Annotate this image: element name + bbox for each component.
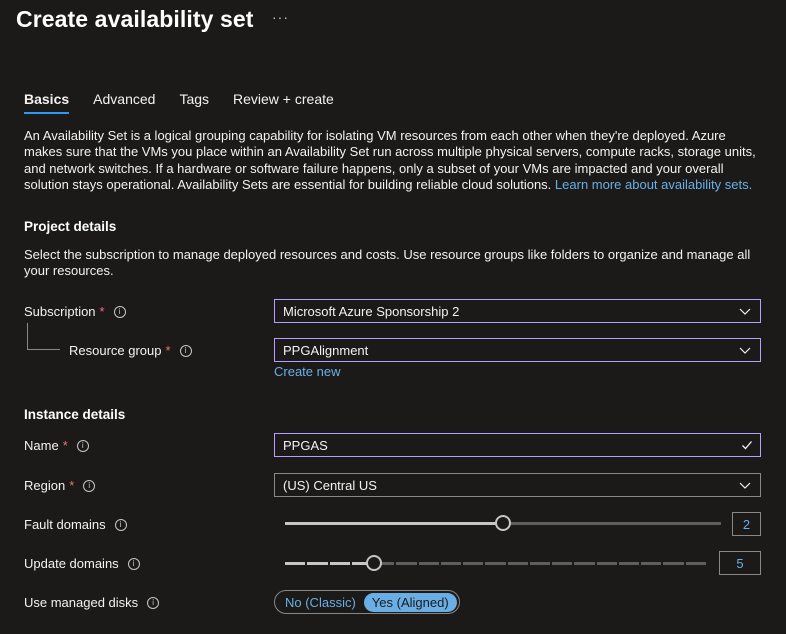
tab-review-create[interactable]: Review + create xyxy=(233,91,334,114)
subscription-dropdown[interactable]: Microsoft Azure Sponsorship 2 xyxy=(274,299,761,323)
name-label: Name * i xyxy=(24,438,89,453)
update-domains-value[interactable]: 5 xyxy=(719,551,761,575)
info-icon[interactable]: i xyxy=(76,439,89,452)
required-marker: * xyxy=(99,304,105,319)
slider-segment xyxy=(552,562,573,565)
instance-details-heading: Instance details xyxy=(24,407,126,422)
region-value: (US) Central US xyxy=(283,477,377,493)
info-icon[interactable]: i xyxy=(147,596,160,609)
info-icon[interactable]: i xyxy=(83,479,96,492)
info-icon[interactable]: i xyxy=(179,344,192,357)
region-label-text: Region xyxy=(24,478,66,493)
managed-disks-label-text: Use managed disks xyxy=(24,595,139,610)
create-new-link[interactable]: Create new xyxy=(274,364,340,379)
update-domains-label-text: Update domains xyxy=(24,556,119,571)
slider-segment xyxy=(641,562,662,565)
slider-segment xyxy=(285,562,306,565)
resource-group-value: PPGAlignment xyxy=(283,342,369,358)
resource-group-label-text: Resource group xyxy=(69,343,162,358)
slider-segment xyxy=(307,562,328,565)
required-marker: * xyxy=(165,343,171,358)
tab-advanced[interactable]: Advanced xyxy=(93,91,155,114)
update-domains-label: Update domains i xyxy=(24,556,140,571)
slider-segment xyxy=(618,562,640,565)
info-icon[interactable]: i xyxy=(113,305,126,318)
slider-segment xyxy=(329,562,350,565)
intro-description: An Availability Set is a logical groupin… xyxy=(24,128,764,194)
slider-segment xyxy=(529,562,551,565)
managed-disks-option-yes[interactable]: Yes (Aligned) xyxy=(363,592,457,612)
subscription-label-text: Subscription xyxy=(24,304,96,319)
tree-connector-horizontal xyxy=(27,349,60,350)
chevron-down-icon xyxy=(739,308,751,315)
subscription-value: Microsoft Azure Sponsorship 2 xyxy=(283,303,460,319)
project-details-description: Select the subscription to manage deploy… xyxy=(24,247,751,279)
region-label: Region * i xyxy=(24,478,96,493)
slider-segment xyxy=(663,562,684,565)
fault-domains-label: Fault domains i xyxy=(24,517,127,532)
slider-segment xyxy=(596,562,617,565)
fault-domains-value[interactable]: 2 xyxy=(732,512,761,536)
tab-bar: Basics Advanced Tags Review + create xyxy=(24,91,334,114)
resource-group-label: Resource group * i xyxy=(69,343,192,358)
chevron-down-icon xyxy=(739,347,751,354)
checkmark-icon xyxy=(742,441,752,450)
managed-disks-option-no[interactable]: No (Classic) xyxy=(277,593,364,612)
slider-segment xyxy=(418,562,439,565)
fault-domains-label-text: Fault domains xyxy=(24,517,106,532)
slider-segment xyxy=(396,562,417,565)
update-domains-slider[interactable] xyxy=(285,555,708,571)
slider-segment xyxy=(440,562,462,565)
name-input[interactable]: PPGAS xyxy=(274,433,761,457)
subscription-label: Subscription * i xyxy=(24,304,126,319)
resource-group-dropdown[interactable]: PPGAlignment xyxy=(274,338,761,362)
project-details-heading: Project details xyxy=(24,219,117,234)
info-icon[interactable]: i xyxy=(114,518,127,531)
slider-fill xyxy=(285,522,503,525)
required-marker: * xyxy=(62,438,68,453)
slider-thumb[interactable] xyxy=(495,515,511,531)
tab-basics[interactable]: Basics xyxy=(24,91,70,114)
managed-disks-label: Use managed disks i xyxy=(24,595,160,610)
managed-disks-toggle[interactable]: No (Classic) Yes (Aligned) xyxy=(274,590,460,614)
name-label-text: Name xyxy=(24,438,59,453)
slider-segment xyxy=(685,562,706,565)
slider-segment xyxy=(507,562,528,565)
fault-domains-slider[interactable] xyxy=(285,515,721,531)
tab-tags[interactable]: Tags xyxy=(179,91,209,114)
slider-segment xyxy=(463,562,484,565)
slider-thumb[interactable] xyxy=(366,555,382,571)
slider-segment xyxy=(485,562,506,565)
slider-segment xyxy=(574,562,595,565)
page-title: Create availability set xyxy=(16,6,254,32)
info-icon[interactable]: i xyxy=(127,557,140,570)
name-value: PPGAS xyxy=(283,437,328,453)
learn-more-link[interactable]: Learn more about availability sets. xyxy=(555,177,752,192)
tree-connector xyxy=(27,323,28,349)
more-options-icon[interactable]: ··· xyxy=(272,9,289,25)
chevron-down-icon xyxy=(739,482,751,489)
region-dropdown[interactable]: (US) Central US xyxy=(274,473,761,497)
required-marker: * xyxy=(69,478,75,493)
